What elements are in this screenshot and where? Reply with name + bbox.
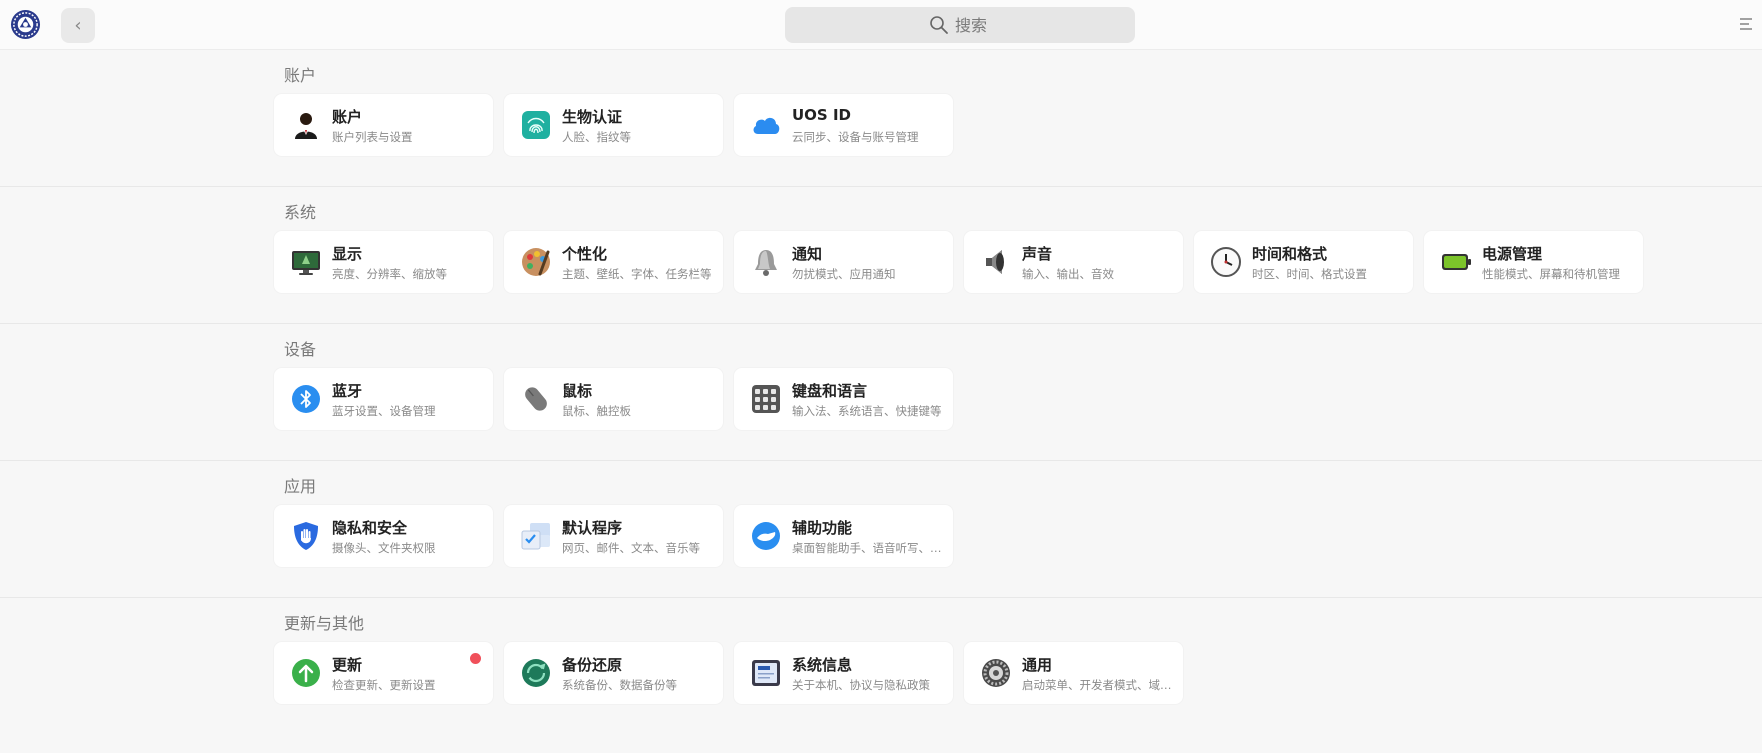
card-update[interactable]: 更新 检查更新、更新设置 bbox=[274, 642, 493, 704]
card-personalization[interactable]: 个性化 主题、壁纸、字体、任务栏等 bbox=[504, 231, 723, 293]
section-title-accounts: 账户 bbox=[284, 66, 317, 85]
card-sound[interactable]: 声音 输入、输出、音效 bbox=[964, 231, 1183, 293]
card-desc: 勿扰模式、应用通知 bbox=[792, 267, 896, 281]
section-title-devices: 设备 bbox=[284, 340, 317, 359]
card-desc: 输入、输出、音效 bbox=[1022, 267, 1114, 281]
gear-icon bbox=[980, 657, 1012, 689]
fingerprint-icon bbox=[520, 109, 552, 141]
clock-icon bbox=[1210, 246, 1242, 278]
card-mouse[interactable]: 鼠标 鼠标、触控板 bbox=[504, 368, 723, 430]
card-desc: 关于本机、协议与隐私政策 bbox=[792, 678, 930, 692]
card-name: 键盘和语言 bbox=[792, 382, 868, 400]
card-bluetooth[interactable]: 蓝牙 蓝牙设置、设备管理 bbox=[274, 368, 493, 430]
card-desc: 账户列表与设置 bbox=[332, 130, 413, 144]
card-desc: 蓝牙设置、设备管理 bbox=[332, 404, 436, 418]
card-system-info[interactable]: 系统信息 关于本机、协议与隐私政策 bbox=[734, 642, 953, 704]
card-name: 更新 bbox=[332, 656, 363, 674]
card-display[interactable]: 显示 亮度、分辨率、缩放等 bbox=[274, 231, 493, 293]
card-time-format[interactable]: 时间和格式 时区、时间、格式设置 bbox=[1194, 231, 1413, 293]
card-name: 默认程序 bbox=[562, 519, 623, 537]
card-desc: 云同步、设备与账号管理 bbox=[792, 130, 919, 144]
card-desc: 启动菜单、开发者模式、域管… bbox=[1022, 678, 1178, 692]
card-desc: 鼠标、触控板 bbox=[562, 404, 631, 418]
system-info-icon bbox=[750, 657, 782, 689]
keyboard-icon bbox=[750, 383, 782, 415]
section-divider bbox=[0, 186, 1762, 187]
card-name: 账户 bbox=[332, 108, 363, 126]
card-name: 辅助功能 bbox=[792, 519, 853, 537]
bluetooth-icon bbox=[290, 383, 322, 415]
card-name: 通用 bbox=[1022, 656, 1053, 674]
card-name: 系统信息 bbox=[792, 656, 853, 674]
card-desc: 人脸、指纹等 bbox=[562, 130, 631, 144]
card-accessibility[interactable]: 辅助功能 桌面智能助手、语音听写、语… bbox=[734, 505, 953, 567]
mouse-icon bbox=[520, 383, 552, 415]
section-title-update-other: 更新与其他 bbox=[284, 614, 365, 633]
search-input[interactable] bbox=[955, 15, 991, 35]
section-divider bbox=[0, 597, 1762, 598]
card-name: 生物认证 bbox=[562, 108, 623, 126]
card-privacy-security[interactable]: 隐私和安全 摄像头、文件夹权限 bbox=[274, 505, 493, 567]
main-menu-icon[interactable] bbox=[1738, 16, 1754, 32]
user-avatar-icon bbox=[290, 109, 322, 141]
monitor-icon bbox=[290, 246, 322, 278]
card-desc: 摄像头、文件夹权限 bbox=[332, 541, 436, 555]
chevron-left-icon: ‹ bbox=[74, 15, 82, 36]
backup-icon bbox=[520, 657, 552, 689]
card-desc: 亮度、分辨率、缩放等 bbox=[332, 267, 447, 281]
card-accounts[interactable]: 账户 账户列表与设置 bbox=[274, 94, 493, 156]
cloud-icon bbox=[750, 109, 782, 141]
accessibility-icon bbox=[750, 520, 782, 552]
search-box[interactable] bbox=[785, 7, 1135, 43]
section-divider bbox=[0, 460, 1762, 461]
card-default-apps[interactable]: 默认程序 网页、邮件、文本、音乐等 bbox=[504, 505, 723, 567]
card-name: 个性化 bbox=[562, 245, 608, 263]
card-name: 备份还原 bbox=[562, 656, 623, 674]
card-name: 声音 bbox=[1022, 245, 1053, 263]
card-desc: 系统备份、数据备份等 bbox=[562, 678, 677, 692]
card-desc: 网页、邮件、文本、音乐等 bbox=[562, 541, 700, 555]
card-name: 隐私和安全 bbox=[332, 519, 408, 537]
speaker-icon bbox=[980, 246, 1012, 278]
section-title-apps: 应用 bbox=[284, 477, 317, 496]
card-name: 时间和格式 bbox=[1252, 245, 1328, 263]
battery-icon bbox=[1440, 246, 1472, 278]
card-desc: 性能模式、屏幕和待机管理 bbox=[1482, 267, 1620, 281]
card-backup-restore[interactable]: 备份还原 系统备份、数据备份等 bbox=[504, 642, 723, 704]
bell-icon bbox=[750, 246, 782, 278]
card-biometric-auth[interactable]: 生物认证 人脸、指纹等 bbox=[504, 94, 723, 156]
card-desc: 时区、时间、格式设置 bbox=[1252, 267, 1367, 281]
card-desc: 检查更新、更新设置 bbox=[332, 678, 436, 692]
section-divider bbox=[0, 323, 1762, 324]
update-notification-badge bbox=[470, 653, 481, 664]
card-general[interactable]: 通用 启动菜单、开发者模式、域管… bbox=[964, 642, 1183, 704]
card-name: 鼠标 bbox=[562, 382, 593, 400]
back-button[interactable]: ‹ bbox=[61, 8, 95, 43]
shield-icon bbox=[290, 520, 322, 552]
card-name: 显示 bbox=[332, 245, 363, 263]
card-desc: 主题、壁纸、字体、任务栏等 bbox=[562, 267, 712, 281]
card-power[interactable]: 电源管理 性能模式、屏幕和待机管理 bbox=[1424, 231, 1643, 293]
card-uos-id[interactable]: UOS ID 云同步、设备与账号管理 bbox=[734, 94, 953, 156]
update-arrow-icon bbox=[290, 657, 322, 689]
card-desc: 桌面智能助手、语音听写、语… bbox=[792, 541, 948, 555]
card-desc: 输入法、系统语言、快捷键等 bbox=[792, 404, 942, 418]
card-name: 电源管理 bbox=[1482, 245, 1543, 263]
palette-icon bbox=[520, 246, 552, 278]
control-center-logo-icon bbox=[10, 9, 41, 40]
card-keyboard-language[interactable]: 键盘和语言 输入法、系统语言、快捷键等 bbox=[734, 368, 953, 430]
title-bar: ‹ bbox=[0, 0, 1762, 50]
search-icon bbox=[930, 16, 948, 34]
card-name: UOS ID bbox=[792, 106, 851, 124]
card-name: 通知 bbox=[792, 245, 823, 263]
card-name: 蓝牙 bbox=[332, 382, 363, 400]
default-apps-icon bbox=[520, 520, 552, 552]
section-title-system: 系统 bbox=[284, 203, 317, 222]
card-notifications[interactable]: 通知 勿扰模式、应用通知 bbox=[734, 231, 953, 293]
